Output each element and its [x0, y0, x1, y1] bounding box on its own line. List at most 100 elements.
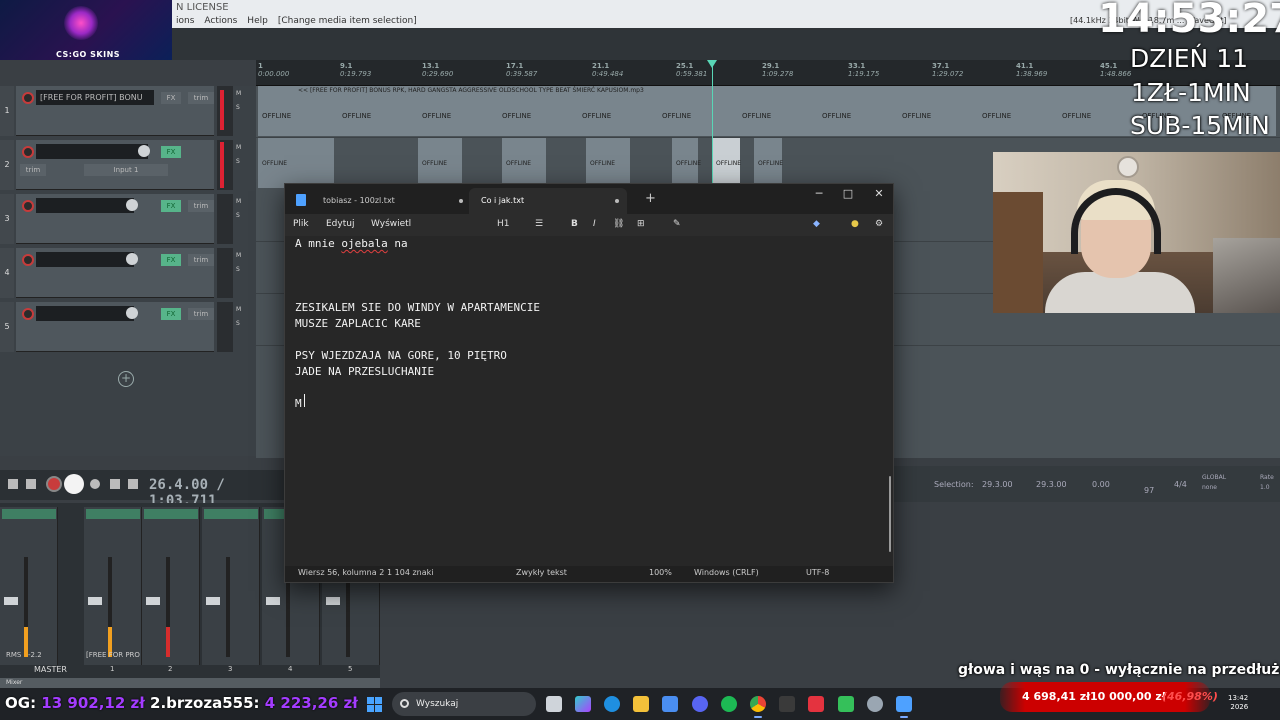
store-icon[interactable] [662, 696, 678, 712]
global-value[interactable]: none [1202, 484, 1217, 491]
italic-button[interactable]: I [593, 219, 596, 229]
task-view-icon[interactable] [546, 696, 562, 712]
volume-knob[interactable] [138, 145, 150, 157]
copilot-icon[interactable]: ◆ [813, 219, 820, 229]
heading-dropdown[interactable]: H1 [497, 219, 510, 229]
settings-gear-icon[interactable]: ⚙ [875, 219, 883, 229]
mixer-strip-3[interactable] [202, 507, 260, 665]
track-lane-1[interactable]: << [FREE FOR PROFIT] BONUS RPK, HARD GAN… [256, 86, 1280, 138]
record-button[interactable] [46, 476, 62, 492]
clear-format-icon[interactable]: ✎ [673, 219, 681, 229]
list-icon[interactable]: ☰ [535, 219, 543, 229]
rate-value[interactable]: 1.0 [1260, 484, 1270, 491]
media-item-segment[interactable]: OFFLINE [502, 138, 546, 188]
media-item-segment[interactable]: OFFLINE [586, 138, 630, 188]
fx-slot[interactable] [204, 509, 258, 519]
track-name-field[interactable] [36, 306, 134, 321]
timeline-ruler[interactable]: 1 0:00.000 9.1 0:19.793 13.1 0:29.690 17.1 0… [256, 60, 1280, 86]
mute-solo-buttons[interactable]: MS [236, 198, 246, 219]
mixer-strip-master[interactable] [0, 507, 58, 665]
fx-button[interactable]: FX [161, 308, 181, 320]
notepad-window[interactable]: tobiasz - 100zl.txt Co i jak.txt + ─ □ ✕… [284, 183, 894, 583]
table-icon[interactable]: ⊞ [637, 219, 645, 229]
go-to-end-button[interactable] [26, 479, 36, 489]
new-tab-button[interactable]: + [645, 191, 656, 206]
daw-menu-actions[interactable]: Actions [204, 16, 237, 26]
trim-button[interactable]: trim [188, 308, 214, 320]
zoom-level[interactable]: 100% [649, 568, 672, 577]
unsaved-dot-icon[interactable] [459, 199, 463, 203]
tiktok-icon[interactable] [808, 696, 824, 712]
fx-slot[interactable] [144, 509, 198, 519]
track-header-3[interactable]: FX trim [16, 194, 214, 244]
volume-knob[interactable] [126, 199, 138, 211]
time-signature[interactable]: 4/4 [1174, 480, 1187, 489]
add-track-button[interactable]: + [118, 371, 134, 387]
bpm-value[interactable]: 97 [1144, 486, 1154, 495]
fx-button[interactable]: FX [161, 92, 181, 104]
mixer-strip-2[interactable] [142, 507, 200, 665]
reaper-icon[interactable] [779, 696, 795, 712]
media-item-segment-selected[interactable]: OFFLINE [712, 138, 741, 188]
track-number[interactable]: 5 [0, 302, 14, 352]
track-number[interactable]: 3 [0, 194, 14, 244]
track-header-5[interactable]: FX trim [16, 302, 214, 352]
close-button[interactable]: ✕ [865, 187, 893, 200]
track-number[interactable]: 1 [0, 86, 14, 136]
mute-solo-buttons[interactable]: MS [236, 144, 246, 165]
copilot-taskbar-icon[interactable] [575, 696, 591, 712]
record-arm-button[interactable] [22, 146, 34, 158]
menu-plik[interactable]: Plik [293, 219, 309, 229]
windows-start-icon[interactable] [367, 697, 382, 712]
minimize-button[interactable]: ─ [805, 187, 833, 200]
line-endings[interactable]: Windows (CRLF) [694, 568, 759, 577]
media-item-segment[interactable]: OFFLINE [258, 138, 334, 188]
fx-slot[interactable] [2, 509, 56, 519]
menu-wyswietl[interactable]: Wyświetl [371, 219, 411, 229]
fx-button[interactable]: FX [161, 146, 181, 158]
volume-knob[interactable] [126, 307, 138, 319]
taskbar-search[interactable]: Wyszukaj [392, 692, 536, 716]
selection-length[interactable]: 0.00 [1092, 480, 1110, 489]
volume-fader[interactable] [326, 597, 340, 605]
play-button[interactable] [64, 474, 84, 494]
system-clock[interactable]: 13:42 2026 [1228, 694, 1248, 712]
go-to-start-button[interactable] [8, 479, 18, 489]
track-name-field[interactable] [36, 144, 148, 159]
media-item[interactable]: << [FREE FOR PROFIT] BONUS RPK, HARD GAN… [258, 86, 1276, 136]
media-item-segment[interactable]: OFFLINE [672, 138, 701, 188]
misspelled-word[interactable]: ojebala [341, 237, 387, 250]
trim-button[interactable]: trim [188, 92, 214, 104]
maximize-button[interactable]: □ [834, 187, 862, 200]
record-arm-button[interactable] [22, 92, 34, 104]
edge-icon[interactable] [604, 696, 620, 712]
mute-solo-buttons[interactable]: MS [236, 252, 246, 273]
file-explorer-icon[interactable] [633, 696, 649, 712]
track-header-1[interactable]: [FREE FOR PROFIT] BONU FX trim [16, 86, 214, 136]
volume-fader[interactable] [4, 597, 18, 605]
loop-transport-button[interactable] [90, 479, 100, 489]
track-name-field[interactable] [36, 198, 134, 213]
track-name-field[interactable]: [FREE FOR PROFIT] BONU [36, 90, 154, 105]
daw-menu-options[interactable]: ions [176, 16, 194, 26]
notepad-taskbar-icon[interactable] [896, 696, 912, 718]
spotify-icon[interactable] [721, 696, 737, 712]
trim-button[interactable]: trim [188, 254, 214, 266]
selection-end[interactable]: 29.3.00 [1036, 480, 1067, 489]
volume-fader[interactable] [266, 597, 280, 605]
link-icon[interactable]: ⛓ [613, 219, 624, 229]
fx-button[interactable]: FX [161, 200, 181, 212]
media-item-segment[interactable]: OFFLINE [754, 138, 783, 188]
unsaved-dot-icon[interactable] [615, 199, 619, 203]
volume-knob[interactable] [126, 253, 138, 265]
pause-button[interactable] [128, 479, 138, 489]
record-arm-button[interactable] [22, 308, 34, 320]
media-item-segment[interactable]: OFFLINE [418, 138, 462, 188]
stop-button[interactable] [110, 479, 120, 489]
mixer-strip-1[interactable] [84, 507, 142, 665]
editor-scrollbar[interactable] [889, 476, 891, 552]
trim-button[interactable]: trim [20, 164, 46, 176]
mixer-tab[interactable]: Mixer [0, 678, 380, 688]
trim-button[interactable]: trim [188, 200, 214, 212]
daw-menu-help[interactable]: Help [247, 16, 268, 26]
